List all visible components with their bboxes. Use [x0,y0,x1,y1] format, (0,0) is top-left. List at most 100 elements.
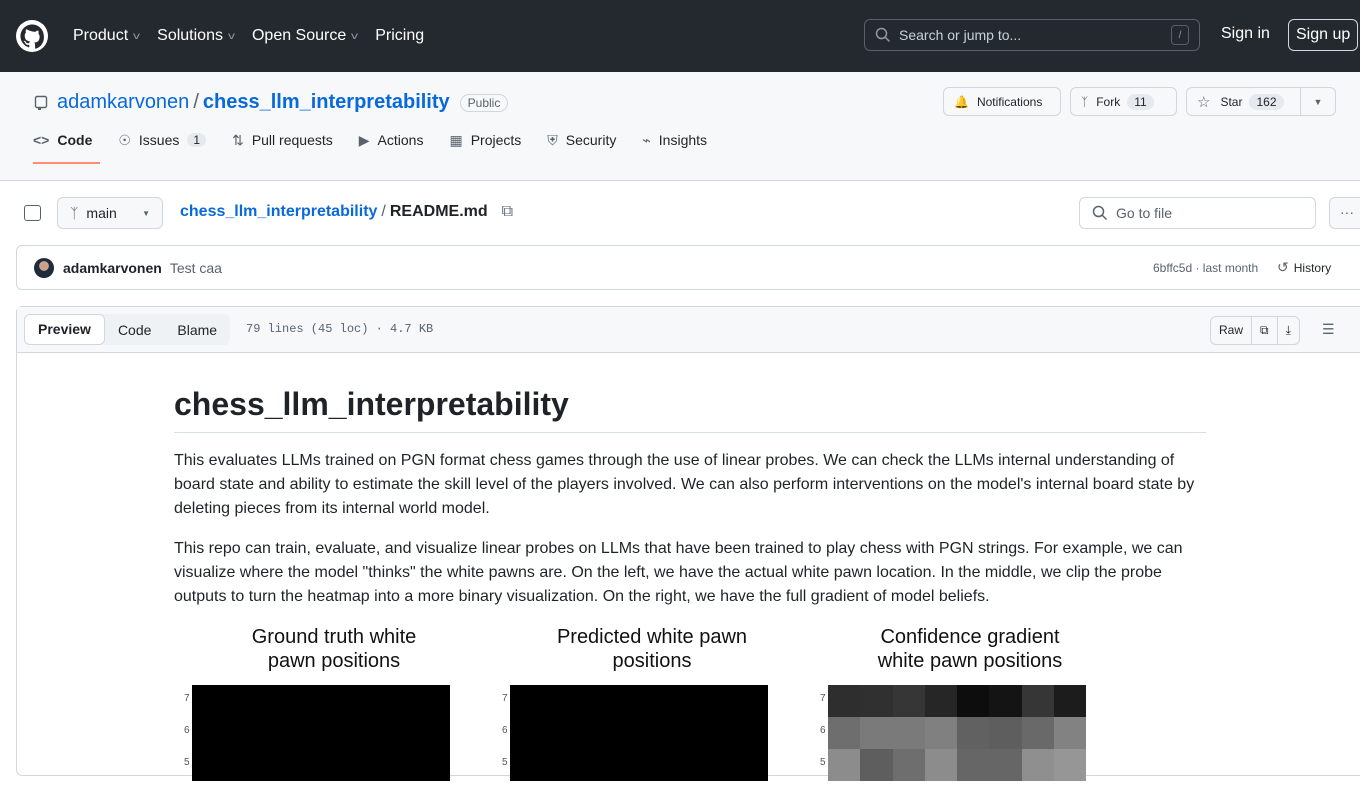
nav-open-source[interactable]: Open Source v [251,27,359,45]
nav-label: Product [73,27,129,44]
commit-message[interactable]: Test caa [170,260,222,276]
heatmap-cell [1053,717,1086,749]
file-viewer-header: Preview Code Blame 79 lines (45 loc) · 4… [17,307,1360,353]
tab-label: Actions [377,132,424,148]
nav-pricing[interactable]: Pricing [375,27,424,45]
figure-title: Predicted white pawn positions [556,626,748,672]
heatmap-cell [860,685,893,717]
tab-actions[interactable]: ▶ Actions [359,120,424,160]
pull-request-icon: ⇅ [232,131,244,148]
heatmap-cell [860,717,893,749]
heatmap-cell [671,685,704,717]
y-tick-label: 7 [502,693,508,704]
commit-hash-time[interactable]: 6bffc5d · last month [1153,261,1258,275]
avatar[interactable] [34,257,54,278]
sign-up-button[interactable]: Sign up [1288,19,1359,51]
tab-label: Issues [138,132,180,148]
nav-label: Pricing [375,27,425,44]
file-info: 79 lines (45 loc) · 4.7 KB [246,322,434,336]
heatmap-cell [224,749,257,781]
copy-raw-icon[interactable]: ⧉ [1252,317,1278,344]
star-count: 162 [1249,93,1284,110]
tab-code[interactable]: <> Code [33,120,101,164]
nav-solutions[interactable]: Solutions v [157,27,235,45]
breadcrumb-repo-link[interactable]: chess_llm_interpretability [180,203,377,221]
tab-label: Projects [470,132,522,148]
fork-button[interactable]: ᛉ Fork 11 [1070,87,1177,116]
heatmap-cell [828,685,861,717]
outline-list-icon[interactable]: ☰ [1322,321,1335,338]
readme-title: chess_llm_interpretability [174,353,1206,433]
heatmap-cell [321,717,354,749]
tab-security[interactable]: ⛨ Security [547,120,616,160]
heatmap-cell [924,685,957,717]
preview-tab[interactable]: Preview [24,314,105,345]
heatmap-cell [321,685,354,717]
heatmap-figure: Predicted white pawn positions 7 6 5 [492,625,792,781]
repo-separator: / [193,91,199,113]
tab-label: Pull requests [251,132,333,148]
view-mode-toggle: Preview Code Blame [24,314,231,345]
heatmap-cell [288,717,321,749]
tab-issues[interactable]: ☉ Issues 1 [118,120,207,160]
heatmap-cell [989,685,1022,717]
shield-icon: ⛨ [547,131,558,148]
tab-insights[interactable]: ⌁ Insights [642,120,707,160]
tab-pull-requests[interactable]: ⇅ Pull requests [232,120,333,160]
heatmap-cell [735,717,768,749]
repo-owner-link[interactable]: adamkarvonen [57,91,189,114]
copy-path-icon[interactable]: ⧉ [502,203,513,221]
heatmap-cell [288,685,321,717]
star-icon: ☆ [1197,93,1211,111]
heatmap-figures: Ground truth white pawn positions 7 6 5 Predi… [174,625,1206,785]
top-navbar: Product v Solutions v Open Source v Pricing… [0,0,1360,72]
more-options-button[interactable]: ··· [1329,197,1360,229]
chevron-down-icon: v [351,30,359,42]
chevron-down-icon: v [227,30,235,42]
heatmap-cell [256,749,289,781]
nav-product[interactable]: Product v [73,27,140,45]
raw-button[interactable]: Raw [1211,317,1253,344]
heatmap-cell [192,717,225,749]
heatmap-cell [353,749,386,781]
blame-tab[interactable]: Blame [164,322,230,338]
heatmap-cell [224,717,257,749]
y-tick-label: 7 [184,693,190,704]
go-to-file-input[interactable]: Go to file [1079,197,1316,229]
heatmap-cell [574,685,607,717]
history-button[interactable]: ↺ History [1277,259,1331,276]
search-icon [1092,205,1108,221]
global-search-input[interactable]: Search or jump to... / [864,19,1200,51]
breadcrumb-separator: / [381,203,386,220]
search-placeholder: Search or jump to... [899,27,1022,43]
github-logo-icon[interactable] [16,20,48,52]
heatmap-cell [828,749,861,781]
heatmap-figure: Ground truth white pawn positions 7 6 5 [174,625,474,781]
heatmap-cell [542,717,575,749]
commit-author[interactable]: adamkarvonen [63,260,162,276]
heatmap-cell [192,749,225,781]
expand-file-tree-icon[interactable] [24,205,41,221]
sign-in-link[interactable]: Sign in [1221,25,1270,43]
issue-icon: ☉ [118,131,131,148]
y-tick-label: 6 [502,725,508,736]
heatmap-cell [671,717,704,749]
notifications-button[interactable]: 🔔 Notifications [943,87,1061,116]
branch-selector[interactable]: ᛉ main ▼ [57,197,163,229]
download-icon[interactable]: ⤓ [1278,317,1299,344]
heatmap-cell [288,749,321,781]
nav-label: Open Source [251,27,347,44]
readme-paragraph-2: This repo can train, evaluate, and visua… [174,540,1183,605]
code-tab[interactable]: Code [105,322,164,338]
star-dropdown-caret-icon[interactable]: ▼ [1300,88,1335,115]
repo-name-link[interactable]: chess_llm_interpretability [203,91,450,114]
star-button[interactable]: ☆ Star 162 ▼ [1186,87,1336,116]
caret-down-icon: ▼ [142,208,150,218]
tab-projects[interactable]: ▦ Projects [449,120,521,160]
heatmap-cell [606,749,639,781]
figure-title: Ground truth white pawn positions [251,626,417,672]
heatmap-cell [639,717,672,749]
y-tick-label: 5 [184,757,190,768]
fork-count: 11 [1127,93,1154,110]
fork-icon: ᛉ [1081,94,1089,109]
